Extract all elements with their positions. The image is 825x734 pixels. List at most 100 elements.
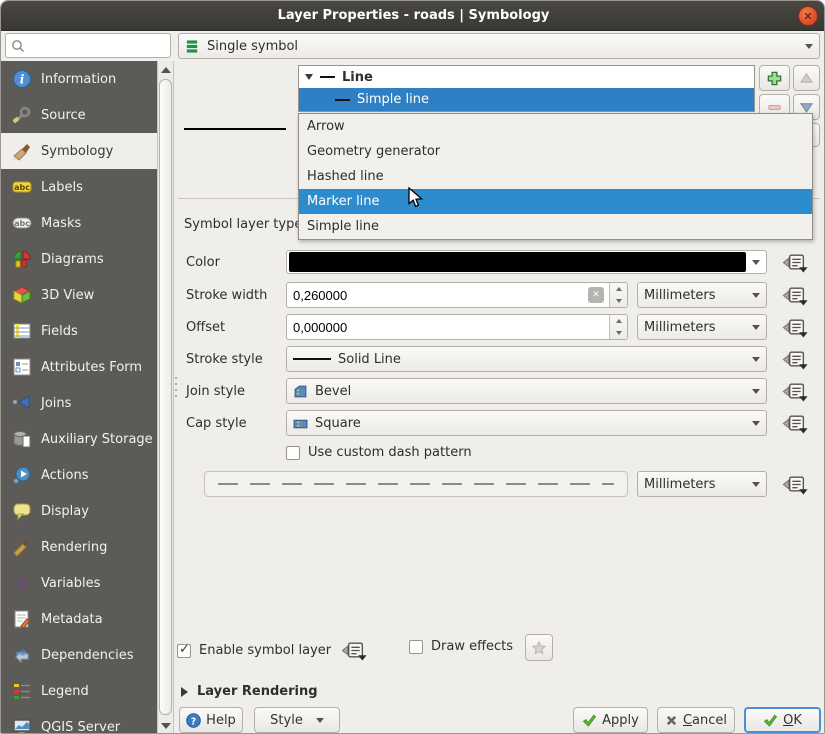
popup-item-marker-line[interactable]: Marker line [299,189,812,214]
tree-item-simple-line[interactable]: Simple line [299,88,754,111]
tree-item-label: Simple line [357,92,429,107]
sidebar-item-attributes-form[interactable]: Attributes Form [1,349,157,385]
sidebar-item-qgis-server[interactable]: QGIS Server [1,709,157,734]
style-button[interactable]: Style [254,707,340,733]
layer-rendering-header[interactable]: Layer Rendering [197,684,318,699]
metadata-icon [12,609,32,629]
sidebar-item-3d-view[interactable]: 3D View [1,277,157,313]
sidebar-item-actions[interactable]: Actions [1,457,157,493]
display-icon [12,501,32,521]
stroke-width-unit-combobox[interactable]: Millimeters [637,282,767,308]
expander-icon[interactable] [305,74,313,80]
draw-effects-label: Draw effects [431,639,513,654]
chevron-down-icon [316,718,324,723]
join-style-combobox[interactable]: Bevel [286,378,767,404]
scrollbar-thumb[interactable] [159,79,172,715]
ok-button[interactable]: OK [744,707,821,733]
sidebar-item-label: Dependencies [41,648,134,663]
tree-item-line[interactable]: Line [299,66,754,88]
stroke-width-spinbox[interactable]: ✕ [286,282,628,308]
spinner-buttons[interactable] [609,315,627,339]
data-defined-override-button[interactable] [780,316,812,339]
tree-item-label: Line [342,70,373,85]
spinner-buttons[interactable] [609,283,627,307]
scroll-down-icon[interactable] [158,718,173,734]
single-symbol-icon [185,39,200,54]
arrow-up-icon [799,71,814,86]
search-input[interactable] [26,39,156,53]
data-defined-override-button[interactable] [780,251,812,274]
stroke-style-value: Solid Line [338,352,745,367]
titlebar: Layer Properties - roads | Symbology ✕ [1,1,825,31]
sidebar-item-joins[interactable]: Joins [1,385,157,421]
symbol-preview-line [184,128,286,130]
data-defined-override-button[interactable] [780,348,812,371]
svg-text:abc: abc [14,183,30,192]
symbol-layer-tree: Line Simple line [298,65,755,112]
help-button[interactable]: ? Help [179,707,243,733]
sidebar-item-fields[interactable]: Fields [1,313,157,349]
sidebar: i Information Source Symbology abc Label… [1,61,157,734]
dash-unit-combobox[interactable]: Millimeters [637,471,767,497]
move-up-button[interactable] [793,65,820,91]
scroll-up-icon[interactable] [158,62,173,78]
data-defined-override-button[interactable] [780,380,812,403]
sidebar-item-source[interactable]: Source [1,97,157,133]
sidebar-item-label: Variables [41,576,100,591]
offset-input[interactable] [287,320,609,335]
sidebar-item-metadata[interactable]: Metadata [1,601,157,637]
symbology-icon [12,141,32,161]
offset-unit-combobox[interactable]: Millimeters [637,314,767,340]
clear-value-icon[interactable]: ✕ [588,287,604,303]
chevron-down-icon [752,293,760,298]
sidebar-scrollbar[interactable] [157,61,174,734]
use-custom-dash-row: Use custom dash pattern [286,445,472,460]
offset-spinbox[interactable] [286,314,628,340]
dash-pattern-button[interactable] [204,471,628,497]
sidebar-item-label: Rendering [41,540,107,555]
popup-item-simple-line[interactable]: Simple line [299,214,812,239]
check-icon [763,713,778,728]
data-defined-override-button[interactable] [780,412,812,435]
window-title: Layer Properties - roads | Symbology [278,8,550,23]
collapse-arrow-icon[interactable] [181,687,188,697]
stroke-width-input[interactable] [287,288,588,303]
sidebar-item-auxiliary-storage[interactable]: Auxiliary Storage [1,421,157,457]
use-custom-dash-checkbox[interactable] [286,446,300,460]
svg-text:abc: abc [14,219,30,228]
add-symbol-layer-button[interactable] [759,65,790,91]
cap-style-combobox[interactable]: Square [286,410,767,436]
data-defined-override-button[interactable] [780,473,812,496]
sidebar-item-diagrams[interactable]: Diagrams [1,241,157,277]
effects-properties-button[interactable] [525,634,553,661]
close-icon[interactable]: ✕ [798,6,818,26]
source-icon [12,105,32,125]
dependencies-icon [12,645,32,665]
sidebar-item-rendering[interactable]: Rendering [1,529,157,565]
color-dropdown-arrow[interactable] [747,260,765,265]
sidebar-item-legend[interactable]: Legend [1,673,157,709]
enable-symbol-layer-checkbox[interactable] [177,644,191,658]
chevron-down-icon [752,389,760,394]
popup-item-hashed-line[interactable]: Hashed line [299,164,812,189]
sidebar-item-symbology[interactable]: Symbology [1,133,157,169]
sidebar-item-labels[interactable]: abc Labels [1,169,157,205]
popup-item-arrow[interactable]: Arrow [299,114,812,139]
apply-button[interactable]: Apply [573,707,648,733]
sidebar-item-information[interactable]: i Information [1,61,157,97]
popup-item-geometry-generator[interactable]: Geometry generator [299,139,812,164]
panel-splitter[interactable] [175,377,178,401]
renderer-combobox[interactable]: Single symbol [178,33,820,59]
sidebar-item-display[interactable]: Display [1,493,157,529]
draw-effects-checkbox[interactable] [409,640,423,654]
data-defined-override-button[interactable] [339,639,371,662]
color-button[interactable] [286,250,767,274]
data-defined-override-button[interactable] [780,284,812,307]
cancel-button[interactable]: Cancel [657,707,735,733]
sidebar-item-dependencies[interactable]: Dependencies [1,637,157,673]
sidebar-item-label: Source [41,108,86,123]
stroke-style-combobox[interactable]: Solid Line [286,346,767,372]
sidebar-item-variables[interactable]: ε Variables [1,565,157,601]
sidebar-item-masks[interactable]: abc Masks [1,205,157,241]
join-style-value: Bevel [315,384,745,399]
